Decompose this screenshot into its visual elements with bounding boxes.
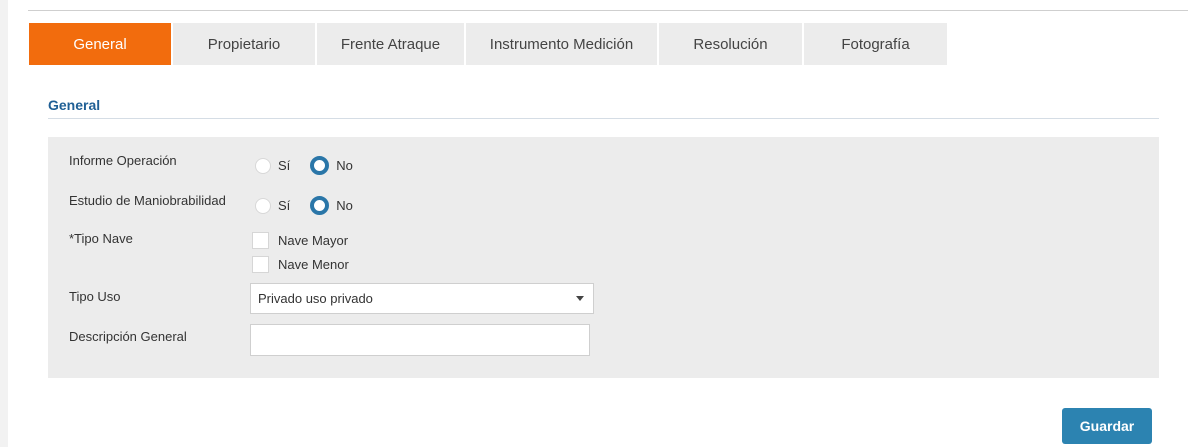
nave-menor-option: Nave Menor [252, 256, 349, 273]
tipo-uso-value: Privado uso privado [258, 291, 373, 306]
informe-operacion-radios: Sí No [255, 156, 353, 175]
estudio-maniobrabilidad-label: Estudio de Maniobrabilidad [69, 193, 226, 208]
informe-operacion-si-radio[interactable] [255, 157, 271, 174]
informe-operacion-label: Informe Operación [69, 153, 177, 168]
tab-resolucion[interactable]: Resolución [657, 23, 802, 65]
estudio-maniobrabilidad-no-radio[interactable] [310, 196, 330, 215]
dropdown-caret-icon [576, 296, 584, 301]
section-title: General [48, 97, 101, 113]
nave-menor-label: Nave Menor [278, 257, 349, 272]
nave-menor-checkbox[interactable] [252, 256, 269, 273]
save-button[interactable]: Guardar [1062, 408, 1152, 444]
nave-mayor-label: Nave Mayor [278, 233, 349, 248]
top-divider [28, 10, 1188, 11]
informe-operacion-no-label: No [336, 158, 353, 173]
estudio-maniobrabilidad-si-radio[interactable] [255, 197, 271, 214]
tipo-nave-label: *Tipo Nave [69, 231, 133, 246]
tab-bar: General Propietario Frente Atraque Instr… [29, 23, 947, 65]
form-panel [48, 137, 1159, 378]
nave-mayor-checkbox[interactable] [252, 232, 269, 249]
tab-propietario[interactable]: Propietario [171, 23, 315, 65]
descripcion-general-input[interactable] [250, 324, 590, 356]
estudio-maniobrabilidad-si-label: Sí [278, 198, 291, 213]
left-edge [0, 0, 8, 447]
tab-fotografia[interactable]: Fotografía [802, 23, 947, 65]
descripcion-general-label: Descripción General [69, 329, 187, 344]
section-divider [48, 118, 1159, 119]
informe-operacion-no-radio[interactable] [310, 156, 330, 175]
nave-mayor-option: Nave Mayor [252, 232, 348, 249]
tab-frente-atraque[interactable]: Frente Atraque [315, 23, 464, 65]
estudio-maniobrabilidad-no-label: No [336, 198, 353, 213]
tab-instrumento-medicion[interactable]: Instrumento Medición [464, 23, 657, 65]
informe-operacion-si-label: Sí [278, 158, 291, 173]
tab-general[interactable]: General [29, 23, 171, 65]
tipo-uso-select[interactable]: Privado uso privado [250, 283, 594, 314]
tipo-uso-label: Tipo Uso [69, 289, 121, 304]
estudio-maniobrabilidad-radios: Sí No [255, 196, 353, 215]
